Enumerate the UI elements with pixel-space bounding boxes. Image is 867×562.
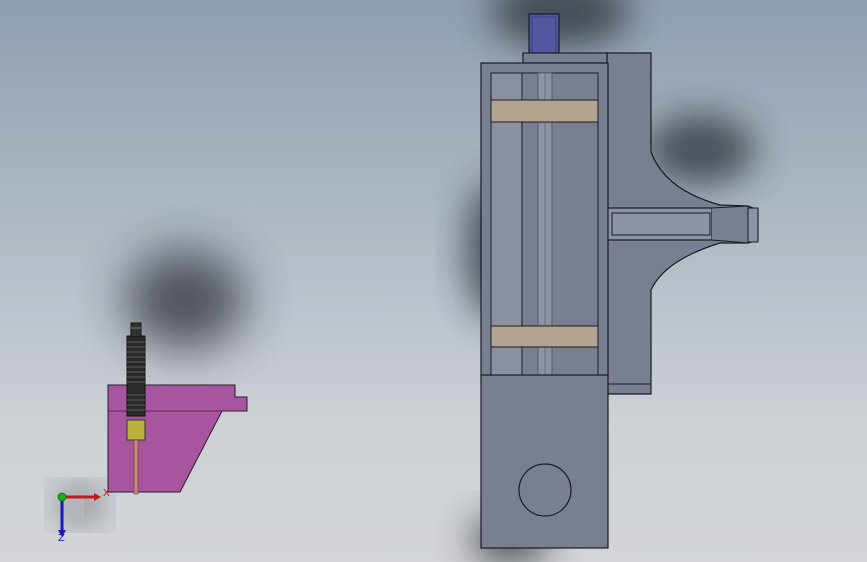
sensor-probe[interactable] [133,439,139,495]
guide-block-upper[interactable] [490,99,599,123]
motor-housing[interactable] [480,374,609,549]
sensor-cap[interactable] [130,322,142,338]
flange-end[interactable] [747,207,759,243]
model-view[interactable]: X Z [0,0,867,562]
top-plate[interactable] [522,52,608,64]
coordinate-triad[interactable]: X Z [57,488,110,544]
x-axis-arrowhead [94,493,101,501]
sensor-thread[interactable] [126,335,146,417]
z-axis-label: Z [58,533,65,544]
actuator-assembly[interactable] [480,13,759,549]
triad-plane-shadow [62,497,84,519]
cad-viewport[interactable]: X Z [0,0,867,562]
sensor-tip[interactable] [126,419,146,441]
guide-block-lower[interactable] [490,325,599,348]
motor-shaft-circle[interactable] [518,463,572,517]
flange-taper [711,205,749,244]
x-axis-label: X [103,488,110,499]
y-axis-dot [57,492,67,502]
